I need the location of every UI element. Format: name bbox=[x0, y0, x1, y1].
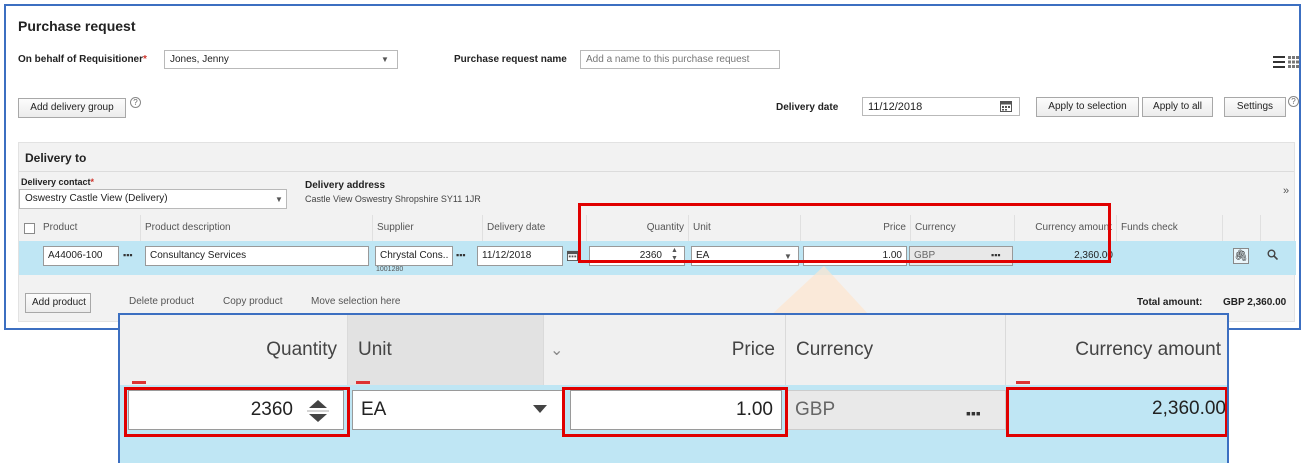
required-marker bbox=[132, 381, 146, 384]
required-marker bbox=[356, 381, 370, 384]
delivery-date-label: Delivery date bbox=[776, 102, 839, 113]
chevron-down-icon: ⌄ bbox=[550, 342, 564, 359]
required-marker bbox=[1016, 381, 1030, 384]
dropdown-arrow-icon[interactable] bbox=[532, 404, 548, 414]
delivery-address-label: Delivery address bbox=[305, 180, 386, 191]
help-icon[interactable]: ? bbox=[130, 97, 141, 108]
add-product-button[interactable]: Add product bbox=[25, 293, 91, 313]
zoom-col-currency-amount: Currency amount bbox=[1075, 339, 1221, 360]
zoom-header: Quantity Unit ⌄ Price Currency Currency … bbox=[120, 315, 1227, 385]
col-funds-check[interactable]: Funds check bbox=[1117, 215, 1223, 241]
zoom-callout: Quantity Unit ⌄ Price Currency Currency … bbox=[118, 313, 1229, 463]
apply-to-all-button[interactable]: Apply to all bbox=[1142, 97, 1213, 117]
zoom-col-currency: Currency bbox=[786, 315, 1006, 385]
col-delivery-date[interactable]: Delivery date bbox=[483, 215, 587, 241]
total-label: Total amount: bbox=[1137, 297, 1203, 308]
move-selection-button[interactable]: Move selection here bbox=[305, 293, 407, 313]
chevron-down-icon[interactable]: ▼ bbox=[275, 195, 283, 204]
col-product[interactable]: Product bbox=[39, 215, 141, 241]
total-value: GBP 2,360.00 bbox=[1223, 297, 1287, 308]
highlight-box-amount bbox=[1006, 387, 1227, 437]
attachment-icon[interactable]: 🖇 bbox=[1233, 248, 1249, 264]
supplier-input[interactable]: Chrystal Cons.. bbox=[375, 246, 453, 266]
calendar-icon[interactable] bbox=[1000, 100, 1012, 112]
delivery-contact-select[interactable]: Oswestry Castle View (Delivery) bbox=[19, 189, 287, 209]
add-delivery-group-button[interactable]: Add delivery group bbox=[18, 98, 126, 118]
callout-connector bbox=[770, 266, 870, 316]
requisitioner-select[interactable]: Jones, Jenny bbox=[164, 50, 398, 69]
copy-product-button[interactable]: Copy product bbox=[217, 293, 288, 313]
zoom-unit-select[interactable]: EA bbox=[352, 390, 562, 430]
more-icon[interactable]: ▪▪▪ bbox=[123, 250, 133, 260]
delivery-contact-value: Oswestry Castle View (Delivery) bbox=[25, 193, 168, 204]
section-title: Delivery to bbox=[25, 151, 87, 165]
page-title: Purchase request bbox=[18, 18, 136, 34]
product-description-input[interactable]: Consultancy Services bbox=[145, 246, 369, 266]
chevron-down-icon[interactable]: ▼ bbox=[381, 55, 389, 64]
zoom-col-price: Price bbox=[572, 315, 786, 385]
supplier-code: 1001280 bbox=[376, 266, 404, 273]
highlight-box bbox=[578, 203, 1111, 263]
zoom-icon[interactable] bbox=[1267, 249, 1279, 263]
product-input[interactable]: A44006-100 bbox=[43, 246, 119, 266]
zoom-col-unit: Unit bbox=[348, 315, 544, 385]
more-icon[interactable]: ▪▪▪ bbox=[966, 405, 981, 421]
highlight-box-quantity bbox=[124, 387, 350, 437]
col-actions bbox=[1223, 215, 1261, 241]
more-icon[interactable]: ▪▪▪ bbox=[456, 250, 466, 260]
purchase-request-panel: Purchase request On behalf of Requisitio… bbox=[4, 4, 1301, 330]
select-all-checkbox[interactable] bbox=[24, 223, 35, 234]
help-icon[interactable]: ? bbox=[1288, 96, 1299, 107]
pr-name-label: Purchase request name bbox=[454, 54, 567, 65]
delivery-date-input[interactable]: 11/12/2018 bbox=[862, 97, 1020, 116]
col-supplier[interactable]: Supplier bbox=[373, 215, 483, 241]
divider bbox=[19, 171, 1294, 172]
requisitioner-value: Jones, Jenny bbox=[170, 54, 229, 65]
pr-name-input[interactable]: Add a name to this purchase request bbox=[580, 50, 780, 69]
zoom-col-quantity: Quantity bbox=[120, 315, 348, 385]
expand-icon[interactable]: » bbox=[1283, 185, 1289, 197]
requisitioner-label: On behalf of Requisitioner* bbox=[18, 54, 147, 65]
calendar-icon[interactable] bbox=[567, 250, 578, 261]
highlight-box-price bbox=[562, 387, 788, 437]
delete-product-button[interactable]: Delete product bbox=[123, 293, 200, 313]
delivery-address-value: Castle View Oswestry Shropshire SY11 1JR bbox=[305, 194, 481, 204]
view-toggle-icon[interactable] bbox=[1273, 55, 1301, 69]
settings-button[interactable]: Settings bbox=[1224, 97, 1286, 117]
delivery-date-cell[interactable]: 11/12/2018 bbox=[477, 246, 563, 266]
apply-to-selection-button[interactable]: Apply to selection bbox=[1036, 97, 1139, 117]
col-product-description[interactable]: Product description bbox=[141, 215, 373, 241]
delivery-contact-label: Delivery contact* bbox=[21, 177, 95, 187]
